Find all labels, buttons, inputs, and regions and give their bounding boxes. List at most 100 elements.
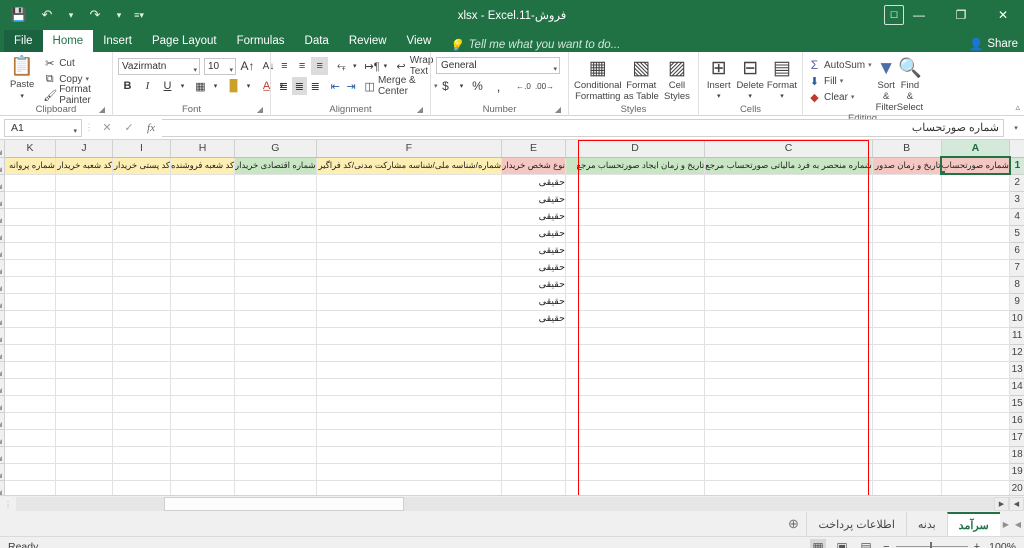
autosum-button[interactable]: Σ AutoSum ▾	[808, 57, 872, 73]
cell-F19[interactable]	[316, 463, 503, 481]
cell-E20[interactable]	[501, 480, 566, 495]
normal-view-icon[interactable]: ▦	[810, 538, 826, 548]
cell-I3[interactable]	[112, 191, 171, 209]
column-header-F[interactable]: F	[316, 140, 503, 158]
orientation-dropdown-icon[interactable]: ▾	[351, 57, 359, 75]
cell-E6[interactable]: حقیقی	[501, 242, 566, 260]
cell-styles-button[interactable]: ▨ Cell Styles	[661, 56, 693, 102]
select-all-corner[interactable]	[0, 140, 6, 158]
increase-decimal-icon[interactable]: ←.0	[514, 77, 533, 95]
borders-icon[interactable]: ▦	[191, 77, 210, 95]
clear-button[interactable]: ◆ Clear ▾	[808, 89, 872, 105]
cell-I9[interactable]	[112, 293, 171, 311]
cell-C6[interactable]	[704, 242, 873, 260]
cell-D6[interactable]	[565, 242, 706, 260]
cell-C4[interactable]	[704, 208, 873, 226]
cell-D5[interactable]	[565, 225, 706, 243]
cell-J1[interactable]: کد شعبه خریدار	[55, 157, 114, 175]
cell-F17[interactable]	[316, 429, 503, 447]
clipboard-dialog-launcher-icon[interactable]: ◢	[99, 104, 105, 116]
cell-F14[interactable]	[316, 378, 503, 396]
cell-C14[interactable]	[704, 378, 873, 396]
cell-D2[interactable]	[565, 174, 706, 192]
decrease-decimal-icon[interactable]: .00→	[535, 77, 554, 95]
italic-button[interactable]: I	[138, 77, 157, 95]
cell-I1[interactable]: کد پستی خریدار	[112, 157, 171, 175]
cell-I2[interactable]	[112, 174, 171, 192]
cell-I20[interactable]	[112, 480, 171, 495]
cell-A12[interactable]	[941, 344, 1011, 362]
row-header-4[interactable]: 4	[1009, 208, 1024, 226]
cell-I7[interactable]	[112, 259, 171, 277]
cell-B6[interactable]	[872, 242, 942, 260]
restore-button[interactable]: ❐	[940, 0, 982, 30]
cell-E12[interactable]	[501, 344, 566, 362]
row-header-7[interactable]: 7	[1009, 259, 1024, 277]
cell-I17[interactable]	[112, 429, 171, 447]
cell-F9[interactable]	[316, 293, 503, 311]
cell-J9[interactable]	[55, 293, 114, 311]
cell-H14[interactable]	[170, 378, 236, 396]
cell-C19[interactable]	[704, 463, 873, 481]
column-header-E[interactable]: E	[501, 140, 566, 158]
conditional-formatting-button[interactable]: ▦ Conditional Formatting	[574, 56, 622, 102]
scroll-left-button[interactable]: ◀	[1009, 497, 1024, 511]
orientation-icon[interactable]: ⥆	[333, 57, 350, 75]
cell-D15[interactable]	[565, 395, 706, 413]
tab-view[interactable]: View	[397, 30, 442, 52]
row-header-12[interactable]: 12	[1009, 344, 1024, 362]
row-header-15[interactable]: 15	[1009, 395, 1024, 413]
cell-K14[interactable]	[4, 378, 56, 396]
cell-B12[interactable]	[872, 344, 942, 362]
cell-F10[interactable]	[316, 310, 503, 328]
cell-H10[interactable]	[170, 310, 236, 328]
cell-D17[interactable]	[565, 429, 706, 447]
cell-J14[interactable]	[55, 378, 114, 396]
increase-font-size-button[interactable]: A↑	[238, 57, 257, 75]
cell-D1[interactable]: تاریخ و زمان ایجاد صورتحساب مرجع	[565, 157, 706, 175]
cell-J16[interactable]	[55, 412, 114, 430]
cell-I8[interactable]	[112, 276, 171, 294]
row-header-19[interactable]: 19	[1009, 463, 1024, 481]
cell-G20[interactable]	[234, 480, 317, 495]
cell-C9[interactable]	[704, 293, 873, 311]
cell-H9[interactable]	[170, 293, 236, 311]
cell-E13[interactable]	[501, 361, 566, 379]
format-cells-dropdown-icon[interactable]: ▾	[780, 91, 784, 102]
cell-K16[interactable]	[4, 412, 56, 430]
tell-me-box[interactable]: 💡 Tell me what you want to do...	[449, 38, 620, 52]
cell-G17[interactable]	[234, 429, 317, 447]
cell-I6[interactable]	[112, 242, 171, 260]
sheet-next-icon[interactable]: ▶	[1003, 520, 1009, 529]
sheet-tab-saramad[interactable]: سرآمد	[946, 512, 1000, 536]
cell-G13[interactable]	[234, 361, 317, 379]
cell-B13[interactable]	[872, 361, 942, 379]
cell-I5[interactable]	[112, 225, 171, 243]
row-header-20[interactable]: 20	[1009, 480, 1024, 495]
cell-G11[interactable]	[234, 327, 317, 345]
find-select-button[interactable]: 🔍 Find & Select	[897, 56, 923, 113]
cell-G8[interactable]	[234, 276, 317, 294]
scroll-right-button[interactable]: ▶	[994, 497, 1009, 511]
cell-E3[interactable]: حقیقی	[501, 191, 566, 209]
horizontal-scroll-track[interactable]	[16, 497, 994, 511]
row-header-11[interactable]: 11	[1009, 327, 1024, 345]
sheet-prev-icon[interactable]: ◀	[1015, 520, 1021, 529]
cell-E2[interactable]: حقیقی	[501, 174, 566, 192]
cell-B5[interactable]	[872, 225, 942, 243]
format-as-table-button[interactable]: ▧ Format as Table	[623, 56, 660, 102]
tab-formulas[interactable]: Formulas	[227, 30, 295, 52]
page-layout-view-icon[interactable]: ▣	[834, 539, 850, 548]
cell-I11[interactable]	[112, 327, 171, 345]
row-header-10[interactable]: 10	[1009, 310, 1024, 328]
cell-A3[interactable]	[941, 191, 1011, 209]
cell-J17[interactable]	[55, 429, 114, 447]
scroll-split-handle[interactable]: ⋮	[0, 500, 16, 509]
align-top-icon[interactable]: ≡	[276, 57, 293, 75]
row-header-6[interactable]: 6	[1009, 242, 1024, 260]
cell-A9[interactable]	[941, 293, 1011, 311]
cell-J7[interactable]	[55, 259, 114, 277]
cell-E18[interactable]	[501, 446, 566, 464]
cell-B16[interactable]	[872, 412, 942, 430]
cell-F18[interactable]	[316, 446, 503, 464]
